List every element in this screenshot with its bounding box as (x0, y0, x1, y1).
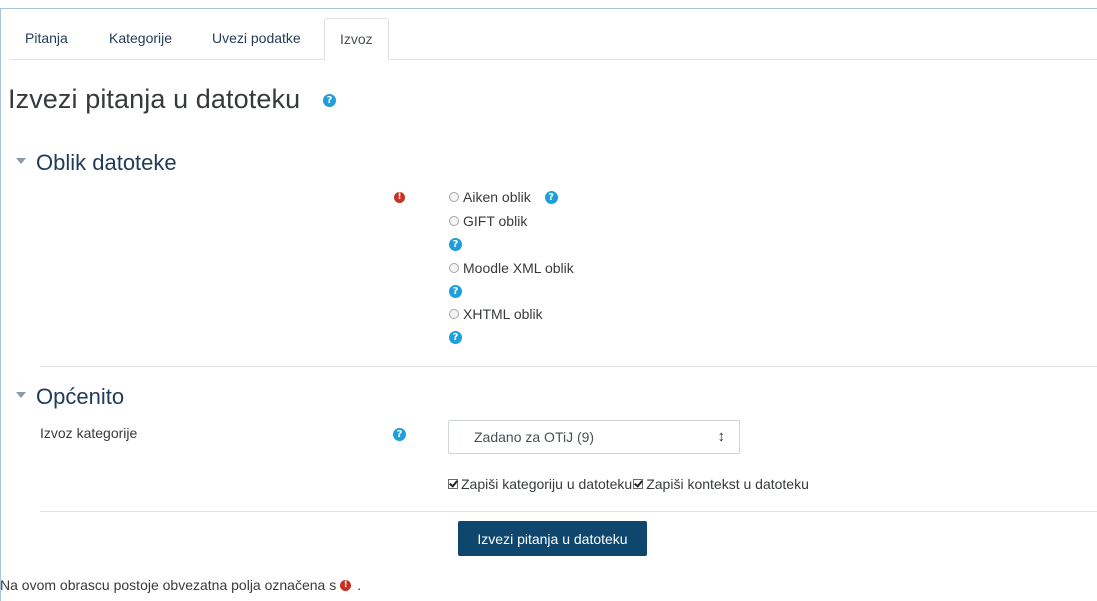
tab-izvoz[interactable]: Izvoz (324, 18, 389, 60)
question-circle-icon[interactable]: ? (449, 331, 462, 344)
tab-uvezi-podatke[interactable]: Uvezi podatke (197, 18, 316, 59)
write-category-checkbox[interactable] (448, 479, 458, 489)
tab-kategorije[interactable]: Kategorije (94, 18, 187, 59)
required-fields-note: Na ovom obrascu postoje obvezatna polja … (0, 577, 361, 593)
radio-button[interactable] (449, 309, 459, 319)
section-divider (40, 366, 1097, 367)
write-category-label: Zapiši kategoriju u datoteku (461, 476, 633, 492)
question-circle-icon[interactable]: ? (449, 285, 462, 298)
form-divider (40, 511, 1097, 512)
export-category-label: Izvoz kategorije (40, 425, 138, 441)
required-note-text: Na ovom obrascu postoje obvezatna polja … (0, 577, 337, 593)
section-file-format-title: Oblik datoteke (36, 150, 177, 175)
page-title: Izvezi pitanja u datoteku (8, 84, 301, 114)
question-circle-icon[interactable]: ? (544, 190, 558, 204)
exclamation-circle-icon: ! (340, 579, 352, 591)
question-circle-icon[interactable]: ? (449, 238, 462, 251)
exclamation-circle-icon: ! (394, 192, 405, 203)
section-general-title: Općenito (36, 384, 125, 409)
caret-down-icon (16, 158, 26, 165)
radio-label-gift: GIFT oblik (463, 213, 528, 229)
tab-bar: Pitanja Kategorije Uvezi podatke Izvoz (10, 18, 1097, 60)
caret-down-icon (16, 392, 26, 399)
export-category-select[interactable]: Zadano za OTiJ (9) ↕ (448, 420, 740, 454)
required-note-suffix: . (357, 577, 362, 593)
write-context-label: Zapiši kontekst u datoteku (646, 476, 809, 492)
question-circle-icon[interactable]: ? (393, 428, 406, 441)
radio-label-xhtml: XHTML oblik (463, 306, 543, 322)
tab-pitanja[interactable]: Pitanja (10, 18, 83, 59)
radio-aiken[interactable]: Aiken oblik ? (449, 189, 558, 205)
select-arrows-icon: ↕ (717, 428, 726, 445)
section-general-header[interactable]: Općenito (16, 384, 124, 410)
write-context-checkbox[interactable] (633, 479, 644, 489)
radio-button[interactable] (449, 263, 459, 273)
radio-moodle-xml[interactable]: Moodle XML oblik (449, 260, 574, 276)
page-frame-left (0, 8, 1, 601)
radio-gift[interactable]: GIFT oblik (449, 213, 527, 229)
section-file-format-header[interactable]: Oblik datoteke (16, 150, 177, 176)
radio-button[interactable] (449, 216, 459, 226)
radio-label-moodle-xml: Moodle XML oblik (463, 260, 574, 276)
export-category-value: Zadano za OTiJ (9) (474, 429, 595, 445)
checkbox-group: Zapiši kategoriju u datoteku Zapiši kont… (448, 476, 809, 492)
question-circle-icon[interactable]: ? (323, 94, 336, 107)
radio-label-aiken: Aiken oblik (463, 189, 531, 205)
radio-button[interactable] (449, 192, 459, 202)
page-frame-top (0, 8, 1097, 9)
export-questions-button[interactable]: Izvezi pitanja u datoteku (458, 521, 647, 556)
radio-xhtml[interactable]: XHTML oblik (449, 306, 543, 322)
